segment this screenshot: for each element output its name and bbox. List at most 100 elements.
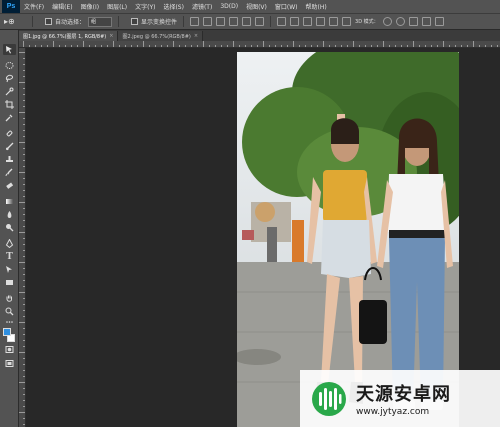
ruler-tick [23, 286, 25, 287]
ruler-tick [23, 340, 25, 341]
menu-filter[interactable]: 滤镜(T) [188, 2, 216, 11]
ruler-tick [41, 45, 42, 47]
close-icon[interactable]: × [194, 33, 198, 39]
ruler-tick [23, 154, 25, 155]
menu-3d[interactable]: 3D(D) [216, 3, 242, 10]
align-top-icon[interactable] [190, 17, 200, 26]
ruler-tick [191, 45, 192, 47]
menu-select[interactable]: 选择(S) [159, 2, 188, 11]
type-tool-icon[interactable]: T [3, 251, 16, 262]
quick-mask-icon[interactable] [3, 344, 16, 355]
eyedropper-tool-icon[interactable] [3, 112, 16, 123]
move-tool-preset[interactable]: ▸⊕ [4, 16, 26, 28]
align-vcenter-icon[interactable] [203, 17, 213, 26]
ruler-tick [23, 364, 25, 365]
ruler-tick [23, 250, 25, 251]
ruler-tick [299, 45, 300, 47]
menu-type[interactable]: 文字(Y) [131, 2, 159, 11]
3d-slide-icon[interactable] [421, 17, 431, 26]
distribute-top-icon[interactable] [277, 17, 287, 26]
align-bottom-icon[interactable] [216, 17, 226, 26]
ruler-tick [461, 45, 462, 47]
lasso-tool-icon[interactable] [3, 73, 16, 84]
ruler-tick [23, 130, 25, 131]
show-transform-checkbox[interactable] [131, 18, 139, 25]
auto-select-dropdown[interactable]: 组 [88, 16, 113, 27]
ruler-tick [419, 45, 420, 47]
align-hcenter-icon[interactable] [242, 17, 252, 26]
blur-tool-icon[interactable] [3, 209, 16, 220]
distribute-bottom-icon[interactable] [303, 17, 313, 26]
ruler-tick [23, 358, 25, 359]
ruler-tick [89, 45, 90, 47]
ruler-tick [107, 45, 108, 47]
ruler-tick [311, 45, 312, 47]
ruler-tick [485, 45, 486, 47]
menu-help[interactable]: 帮助(H) [302, 2, 331, 11]
foreground-color-swatch[interactable] [3, 328, 11, 336]
ruler-tick [23, 238, 25, 239]
history-brush-tool-icon[interactable] [3, 167, 16, 178]
distribute-group [277, 17, 352, 26]
distribute-vcenter-icon[interactable] [290, 17, 300, 26]
gradient-tool-icon[interactable] [3, 196, 16, 207]
tab-image2[interactable]: 图2.jpeg @ 66.7%(RGB/8#) × [118, 31, 204, 41]
ruler-tick [287, 45, 288, 47]
align-left-icon[interactable] [229, 17, 239, 26]
quick-select-tool-icon[interactable] [3, 86, 16, 97]
ruler-tick [425, 45, 426, 47]
ruler-tick [23, 64, 25, 65]
3d-drag-icon[interactable] [408, 17, 418, 26]
pen-tool-icon[interactable] [3, 238, 16, 249]
ruler-tick [239, 45, 240, 47]
align-right-icon[interactable] [255, 17, 265, 26]
close-icon[interactable]: × [109, 33, 113, 39]
clone-stamp-tool-icon[interactable] [3, 154, 16, 165]
ruler-tick [137, 45, 138, 47]
move-tool-icon[interactable] [3, 44, 16, 55]
menu-view[interactable]: 视图(V) [242, 2, 271, 11]
ruler-tick [23, 106, 25, 107]
ruler-tick [179, 45, 180, 47]
marquee-tool-icon[interactable] [3, 60, 16, 71]
horizontal-ruler [19, 41, 500, 48]
3d-mode-group [382, 17, 444, 26]
3d-rotate-icon[interactable] [382, 17, 392, 26]
more-tools-icon[interactable] [3, 318, 16, 326]
ruler-tick [233, 41, 234, 47]
distribute-left-icon[interactable] [316, 17, 326, 26]
align-group [190, 17, 265, 26]
auto-select-checkbox[interactable] [45, 18, 52, 25]
brush-tool-icon[interactable] [3, 141, 16, 152]
menu-layer[interactable]: 图层(L) [103, 2, 131, 11]
ruler-tick [19, 232, 25, 233]
eraser-tool-icon[interactable] [3, 180, 16, 191]
menu-image[interactable]: 图像(I) [77, 2, 103, 11]
ruler-tick [227, 45, 228, 47]
ruler-tick [203, 41, 204, 47]
tab-image1[interactable]: 图1.jpg @ 66.7%(图层 1, RGB/8#) × [19, 31, 119, 41]
menu-edit[interactable]: 编辑(E) [48, 2, 76, 11]
zoom-tool-icon[interactable] [3, 306, 16, 317]
ruler-tick [23, 58, 25, 59]
ruler-tick [47, 45, 48, 47]
healing-brush-tool-icon[interactable] [3, 128, 16, 139]
dodge-tool-icon[interactable] [3, 222, 16, 233]
ruler-tick [251, 45, 252, 47]
hand-tool-icon[interactable] [3, 293, 16, 304]
crop-tool-icon[interactable] [3, 99, 16, 110]
screen-mode-icon[interactable] [3, 358, 16, 369]
ruler-tick [407, 45, 408, 47]
3d-scale-icon[interactable] [434, 17, 444, 26]
ruler-tick [23, 268, 25, 269]
menu-window[interactable]: 窗口(W) [271, 2, 302, 11]
3d-roll-icon[interactable] [395, 17, 405, 26]
menu-file[interactable]: 文件(F) [20, 2, 48, 11]
path-select-tool-icon[interactable] [3, 264, 16, 275]
watermark-text: 天源安卓网 www.jytyaz.com [356, 380, 451, 417]
ruler-tick [317, 45, 318, 47]
distribute-hcenter-icon[interactable] [329, 17, 339, 26]
rectangle-tool-icon[interactable] [3, 277, 16, 288]
distribute-right-icon[interactable] [342, 17, 352, 26]
ruler-tick [23, 88, 25, 89]
